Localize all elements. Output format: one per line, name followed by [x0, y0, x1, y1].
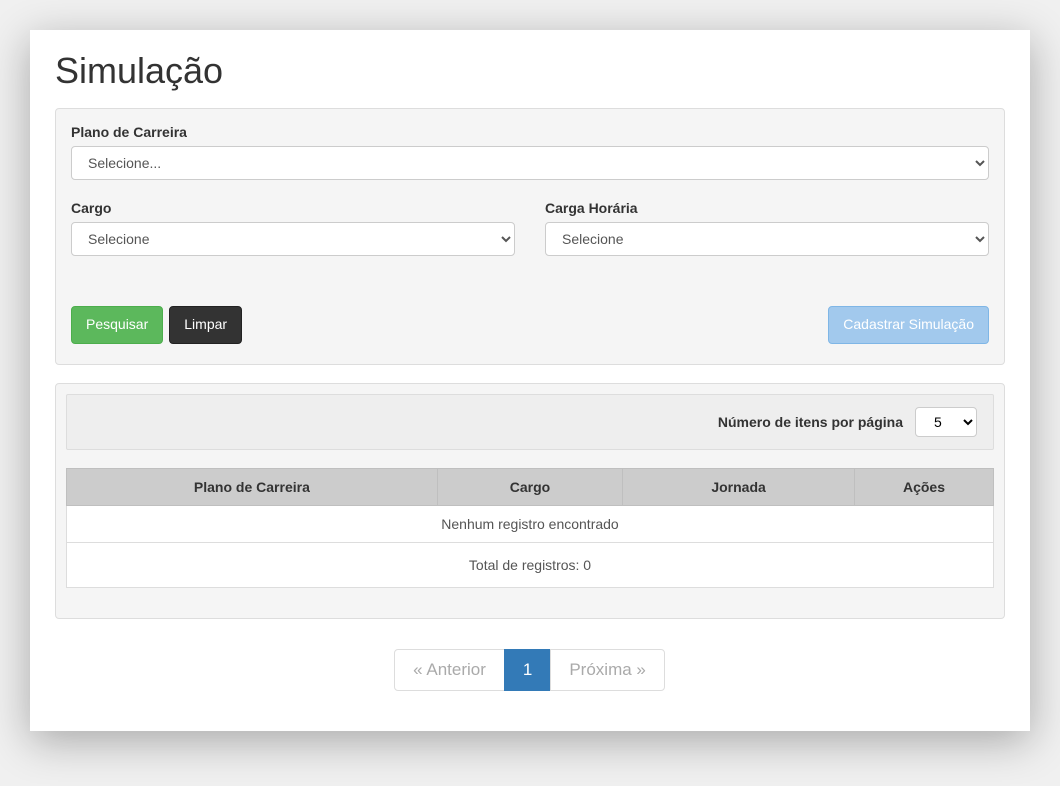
limpar-button[interactable]: Limpar	[169, 306, 242, 344]
carga-group: Carga Horária Selecione	[545, 200, 989, 256]
items-per-page-bar: Número de itens por página 5	[66, 394, 994, 450]
left-buttons: Pesquisar Limpar	[71, 306, 242, 344]
button-row: Pesquisar Limpar Cadastrar Simulação	[71, 306, 989, 344]
cargo-label: Cargo	[71, 200, 515, 216]
plano-group: Plano de Carreira Selecione...	[71, 124, 989, 180]
carga-select[interactable]: Selecione	[545, 222, 989, 256]
results-table: Plano de Carreira Cargo Jornada Ações Ne…	[66, 468, 994, 543]
col-plano: Plano de Carreira	[67, 468, 438, 505]
table-header-row: Plano de Carreira Cargo Jornada Ações	[67, 468, 994, 505]
table-row-empty: Nenhum registro encontrado	[67, 505, 994, 542]
results-panel: Número de itens por página 5 Plano de Ca…	[55, 383, 1005, 619]
col-jornada: Jornada	[623, 468, 855, 505]
plano-select[interactable]: Selecione...	[71, 146, 989, 180]
empty-message: Nenhum registro encontrado	[67, 505, 994, 542]
col-cargo: Cargo	[437, 468, 622, 505]
pagination-prev[interactable]: « Anterior	[394, 649, 505, 691]
row-cargo-carga: Cargo Selecione Carga Horária Selecione	[71, 200, 989, 276]
cargo-select[interactable]: Selecione	[71, 222, 515, 256]
carga-label: Carga Horária	[545, 200, 989, 216]
pagination: « Anterior 1 Próxima »	[55, 649, 1005, 691]
plano-label: Plano de Carreira	[71, 124, 989, 140]
page-container: Simulação Plano de Carreira Selecione...…	[30, 30, 1030, 731]
pagination-next[interactable]: Próxima »	[550, 649, 665, 691]
pesquisar-button[interactable]: Pesquisar	[71, 306, 163, 344]
page-title: Simulação	[55, 50, 1005, 92]
pagination-current[interactable]: 1	[504, 649, 551, 691]
items-per-page-label: Número de itens por página	[718, 414, 903, 430]
items-per-page-select[interactable]: 5	[915, 407, 977, 437]
cargo-group: Cargo Selecione	[71, 200, 515, 256]
cadastrar-button[interactable]: Cadastrar Simulação	[828, 306, 989, 344]
total-registros: Total de registros: 0	[66, 543, 994, 588]
search-panel: Plano de Carreira Selecione... Cargo Sel…	[55, 108, 1005, 365]
col-acoes: Ações	[854, 468, 993, 505]
